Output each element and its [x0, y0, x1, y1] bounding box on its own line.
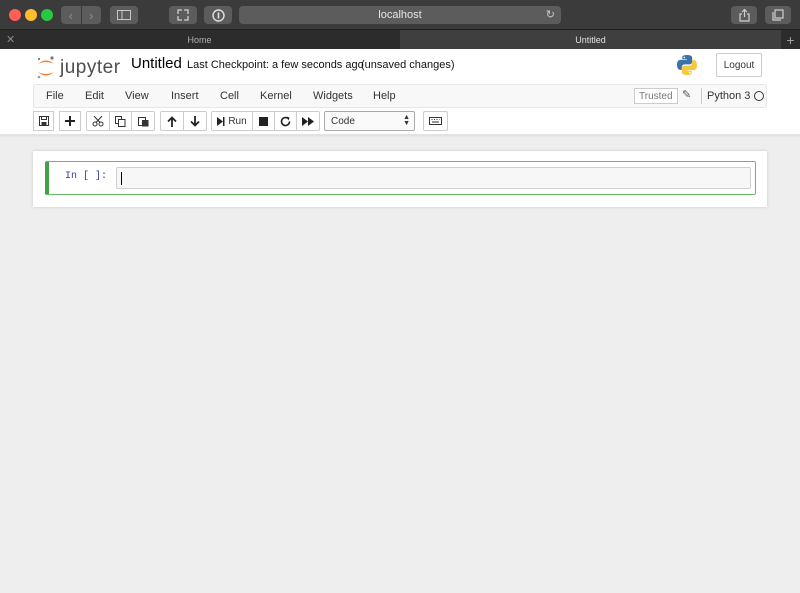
cell-type-select[interactable]: Code ▲ ▼	[324, 111, 415, 131]
keyboard-icon	[429, 117, 442, 125]
trusted-indicator[interactable]: Trusted	[634, 88, 678, 104]
python-icon	[677, 55, 697, 75]
menu-file[interactable]: File	[46, 85, 64, 107]
step-forward-icon	[217, 116, 225, 126]
save-icon	[38, 116, 49, 126]
stop-icon	[259, 116, 268, 126]
arrow-down-icon	[190, 115, 200, 127]
menu-bar: File Edit View Insert Cell Kernel Widget…	[33, 84, 767, 108]
tab-untitled[interactable]: Untitled	[400, 30, 781, 49]
tab-home-label: Home	[187, 34, 212, 45]
forward-button[interactable]: ›	[82, 6, 102, 24]
cell-input[interactable]	[116, 167, 751, 189]
menu-cell[interactable]: Cell	[220, 85, 239, 107]
plus-icon	[65, 116, 75, 126]
menu-help[interactable]: Help	[373, 85, 396, 107]
tabs-button[interactable]	[765, 6, 791, 24]
reload-icon[interactable]: ↻	[546, 8, 555, 21]
jupyter-logo-icon	[37, 56, 54, 79]
address-bar[interactable]: localhost ↻	[239, 6, 561, 24]
run-label: Run	[228, 115, 247, 127]
browser-titlebar: ‹ › localhost ↻	[0, 0, 800, 29]
copy-icon	[115, 115, 126, 127]
browser-tabbar: ✕ Home Untitled +	[0, 29, 800, 49]
jupyter-header: jupyter Untitled Last Checkpoint: a few …	[0, 49, 800, 135]
restart-run-all-button[interactable]	[296, 111, 320, 131]
jupyter-logo-text: jupyter	[60, 57, 121, 78]
copy-cell-button[interactable]	[109, 111, 132, 131]
edit-mode-icon: ✎	[682, 89, 692, 101]
menu-widgets[interactable]: Widgets	[313, 85, 353, 107]
cut-cell-button[interactable]	[86, 111, 110, 131]
zoom-window-button[interactable]	[41, 9, 53, 21]
sidebar-icon	[117, 10, 131, 20]
move-up-button[interactable]	[160, 111, 184, 131]
menu-view[interactable]: View	[125, 85, 149, 107]
menu-insert[interactable]: Insert	[171, 85, 199, 107]
close-tab-icon[interactable]: ✕	[6, 33, 15, 46]
arrow-up-icon	[167, 115, 177, 127]
move-down-button[interactable]	[183, 111, 207, 131]
paste-icon	[137, 116, 148, 126]
cell-prompt: In [ ]:	[65, 171, 108, 182]
insert-cell-button[interactable]	[59, 111, 81, 131]
tab-untitled-label: Untitled	[575, 34, 606, 45]
command-palette-button[interactable]	[423, 111, 448, 131]
expand-icon	[177, 9, 189, 21]
close-window-button[interactable]	[9, 9, 21, 21]
python-logo	[676, 54, 698, 81]
cell-type-value: Code	[331, 115, 355, 127]
tab-home[interactable]: ✕ Home	[0, 30, 399, 49]
code-cell[interactable]: In [ ]:	[45, 161, 756, 195]
run-button[interactable]: Run	[211, 111, 253, 131]
notebook-container: In [ ]:	[33, 151, 767, 207]
text-cursor	[121, 172, 122, 185]
restart-kernel-button[interactable]	[274, 111, 297, 131]
checkpoint-status: Last Checkpoint: a few seconds ago	[187, 59, 364, 71]
sidebar-toggle-button[interactable]	[110, 6, 138, 24]
share-icon	[738, 8, 750, 22]
restart-icon	[280, 116, 291, 126]
tab-overview-button[interactable]	[169, 6, 197, 24]
notebook-toolbar: Run Code ▲ ▼	[33, 111, 773, 131]
scissors-icon	[92, 115, 104, 126]
logout-button[interactable]: Logout	[716, 53, 762, 77]
menu-kernel[interactable]: Kernel	[260, 85, 292, 107]
kernel-idle-icon	[754, 91, 764, 101]
paste-cell-button[interactable]	[131, 111, 155, 131]
password-icon	[211, 8, 225, 22]
url-text: localhost	[378, 9, 422, 21]
menu-edit[interactable]: Edit	[85, 85, 104, 107]
minimize-window-button[interactable]	[25, 9, 37, 21]
password-extension-button[interactable]	[204, 6, 232, 24]
share-button[interactable]	[731, 6, 757, 24]
notebook-title[interactable]: Untitled	[131, 55, 182, 72]
tabs-icon	[772, 9, 784, 21]
kernel-name: Python 3	[701, 88, 750, 104]
nav-buttons: ‹ ›	[61, 6, 101, 24]
new-tab-button[interactable]: +	[781, 30, 800, 49]
jupyter-logo[interactable]: jupyter	[36, 55, 121, 81]
save-button[interactable]	[33, 111, 54, 131]
select-arrows-icon: ▲ ▼	[403, 114, 410, 127]
save-status: (unsaved changes)	[361, 59, 455, 71]
interrupt-kernel-button[interactable]	[252, 111, 275, 131]
fast-forward-icon	[302, 116, 314, 126]
back-button[interactable]: ‹	[61, 6, 82, 24]
